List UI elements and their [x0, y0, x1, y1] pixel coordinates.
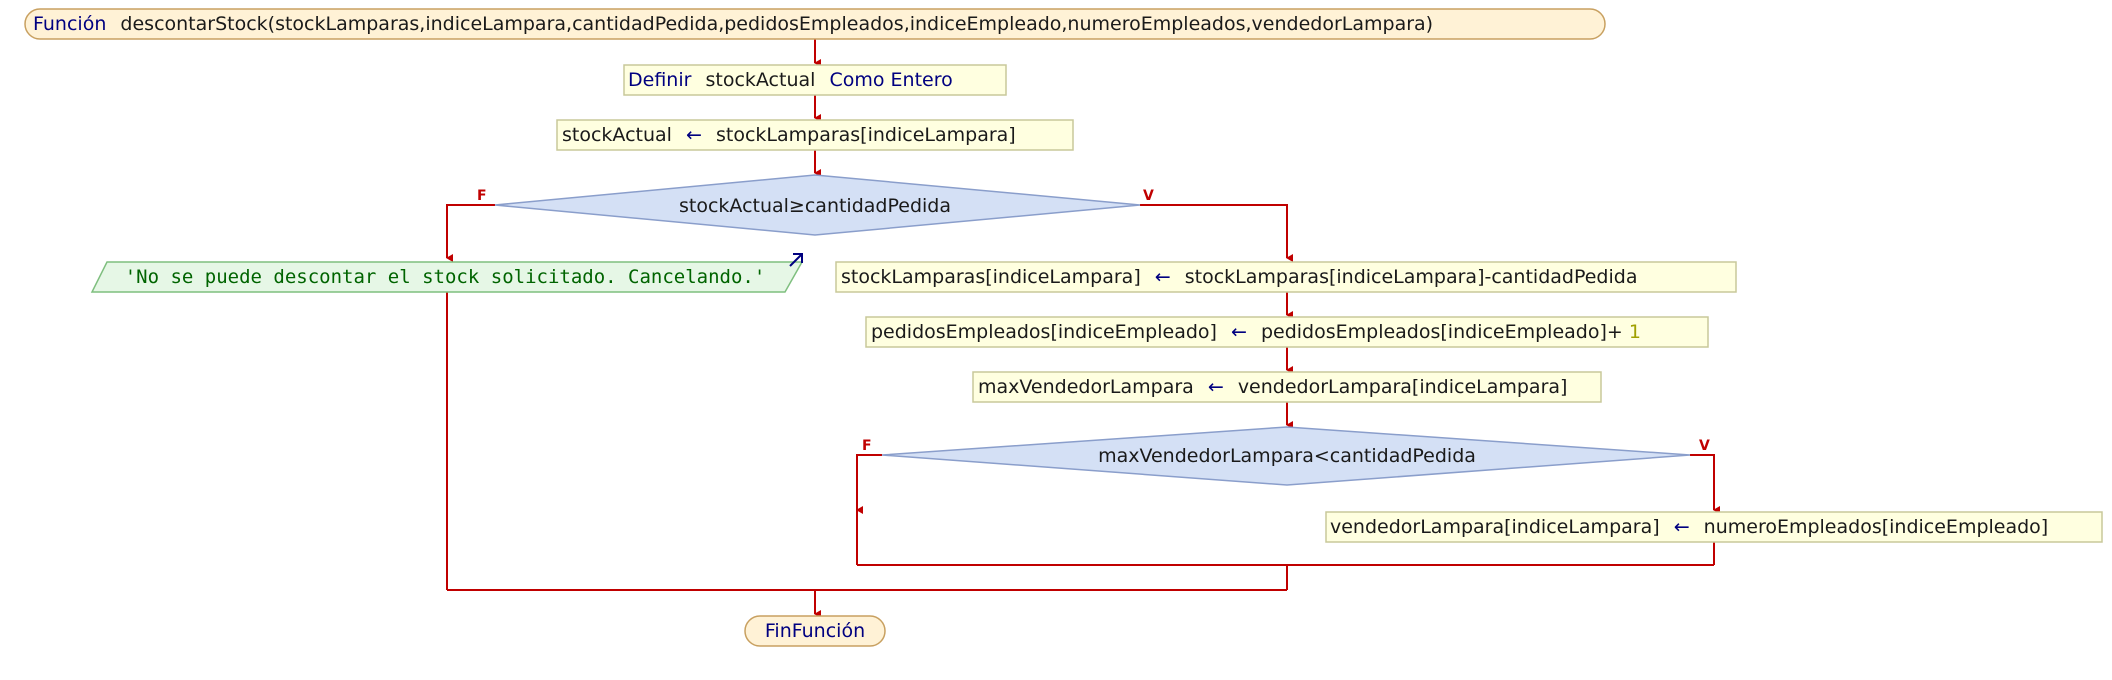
start-keyword: Función [33, 13, 106, 35]
svg-text:Definir stockActual: Definir stockActual Como Entero [628, 69, 953, 91]
define-node: Definir stockActual Como Entero [623, 64, 1007, 96]
define-keyword: Definir [628, 69, 692, 91]
edge-decision1-false [446, 204, 495, 262]
assign2-rhs: stockLamparas[indiceLampara]-cantidadPed… [1185, 266, 1638, 288]
decision2-false-label: F [862, 438, 872, 454]
assign2-lhs: stockLamparas[indiceLampara] [841, 266, 1141, 288]
svg-text:stockActual ← stoc: stockActual ← stockLamparas[indiceLampar… [562, 124, 1016, 146]
svg-text:vendedorLampara[indiceLampara]: vendedorLampara[indiceLampara] ← numeroE… [1330, 516, 2048, 538]
define-type: Como Entero [829, 69, 952, 91]
define-var: stockActual [705, 69, 815, 91]
assign3-lhs: pedidosEmpleados[indiceEmpleado] [871, 321, 1217, 343]
assign4-arrow: ← [1208, 376, 1224, 398]
assign3-node: pedidosEmpleados[indiceEmpleado] ← pedid… [865, 316, 1709, 348]
edge-decision1-true [1140, 204, 1293, 262]
decision2-true-label: V [1699, 438, 1710, 454]
start-signature: descontarStock(stockLamparas,indiceLampa… [120, 13, 1433, 35]
assign4-node: maxVendedorLampara ← vendedorLampara[ind… [972, 371, 1602, 403]
assign1-node: stockActual ← stockLamparas[indiceLampar… [556, 119, 1074, 151]
start-node: Función descontarStock(stockLamparas,ind… [24, 8, 1606, 40]
assign5-lhs: vendedorLampara[indiceLampara] [1330, 516, 1660, 538]
end-keyword: FinFunción [765, 620, 865, 642]
decision1-node: stockActual≥cantidadPedida F V [477, 174, 1154, 236]
assign3-number: 1 [1629, 321, 1641, 343]
assign5-arrow: ← [1674, 516, 1690, 538]
assign2-arrow: ← [1155, 266, 1171, 288]
svg-text:stockLamparas[indiceLampara]: stockLamparas[indiceLampara] ← stockLamp… [841, 266, 1637, 288]
assign3-rhs: pedidosEmpleados[indiceEmpleado]+ [1261, 321, 1623, 343]
assign1-lhs: stockActual [562, 124, 672, 146]
decision1-false-label: F [477, 188, 487, 204]
end-node: FinFunción [744, 615, 886, 647]
assign4-lhs: maxVendedorLampara [978, 376, 1194, 398]
flowchart: Función descontarStock(stockLamparas,ind… [24, 8, 2103, 647]
output1-text: 'No se puede descontar el stock solicita… [125, 266, 766, 288]
decision2-node: maxVendedorLampara<cantidadPedida F V [862, 426, 1710, 486]
edge-decision2-false [856, 454, 882, 514]
output1-node: 'No se puede descontar el stock solicita… [90, 253, 804, 293]
svg-text:Función descontarStock(s: Función descontarStock(stockLamparas,ind… [33, 13, 1433, 35]
assign5-rhs: numeroEmpleados[indiceEmpleado] [1704, 516, 2049, 538]
assign1-rhs: stockLamparas[indiceLampara] [716, 124, 1016, 146]
assign4-rhs: vendedorLampara[indiceLampara] [1238, 376, 1568, 398]
assign5-node: vendedorLampara[indiceLampara] ← numeroE… [1325, 511, 2103, 543]
svg-text:maxVendedorLampara ←: maxVendedorLampara ← vendedorLampara[ind… [978, 376, 1567, 398]
assign1-arrow: ← [686, 124, 702, 146]
decision1-true-label: V [1143, 188, 1154, 204]
decision2-text: maxVendedorLampara<cantidadPedida [1098, 445, 1476, 467]
edge-decision2-true [1690, 454, 1720, 514]
assign3-arrow: ← [1231, 321, 1247, 343]
decision1-text: stockActual≥cantidadPedida [679, 195, 951, 217]
assign2-node: stockLamparas[indiceLampara] ← stockLamp… [835, 261, 1737, 293]
